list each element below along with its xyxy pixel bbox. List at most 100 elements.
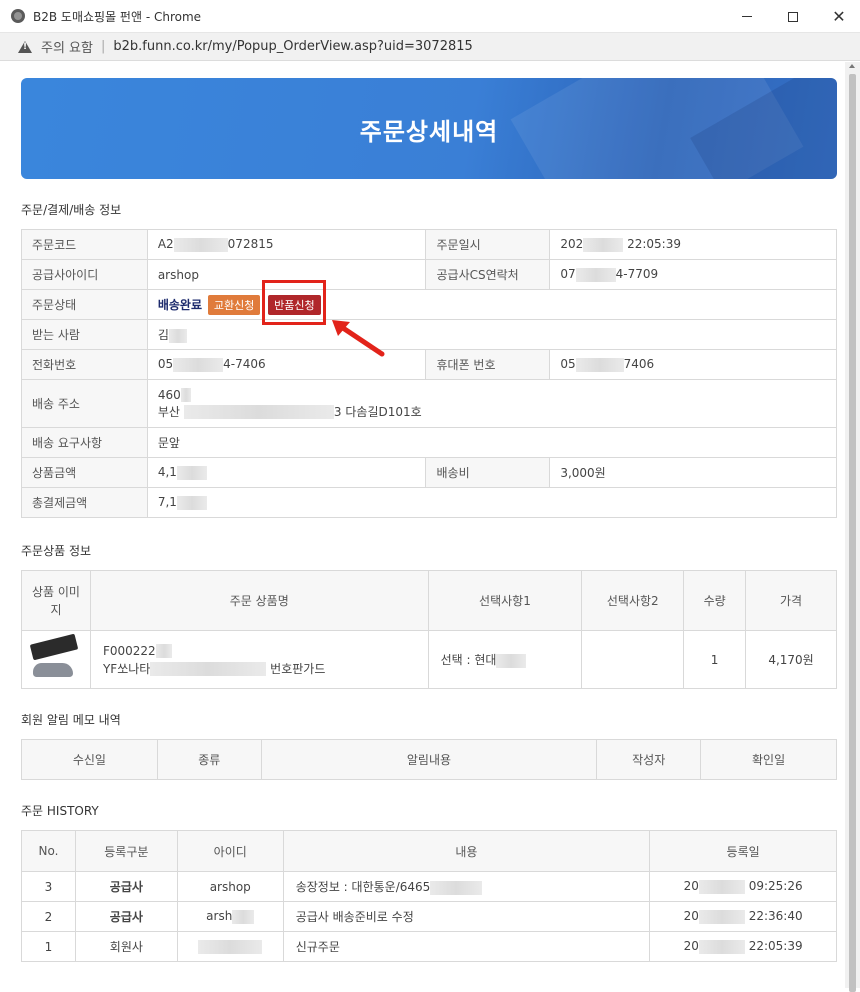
- page-banner: 주문상세내역: [21, 78, 837, 179]
- row-date: 20 22:05:39: [649, 931, 837, 962]
- header-price: 가격: [745, 570, 837, 631]
- divider: |: [100, 39, 106, 54]
- masked-text: [173, 357, 224, 372]
- row-type: 회원사: [74, 931, 178, 962]
- amount-part: 4,1: [157, 465, 177, 480]
- product-code: F000222: [103, 642, 428, 660]
- date-part: 09:25:26: [748, 879, 803, 894]
- table-row: 2 공급사 arsh 공급사 배송준비로 수정 20 22:36:40: [21, 901, 837, 932]
- product-name-part: YF쏘나타: [102, 661, 151, 676]
- scrollbar-thumb[interactable]: [849, 74, 856, 992]
- row-no: 2: [21, 901, 76, 932]
- masked-text: [583, 237, 624, 252]
- header-memo-content: 알림내용: [260, 739, 598, 780]
- scroll-up-icon[interactable]: [849, 64, 855, 68]
- maximize-button[interactable]: [770, 0, 816, 33]
- order-info-table: 주문코드 A2 072815 주문일시 202 22:05:39 공급사아이디 a…: [21, 229, 838, 518]
- request-label: 배송 요구사항: [21, 427, 148, 458]
- product-thumbnail[interactable]: [27, 633, 85, 683]
- history-table: No. 등록구분 아이디 내용 등록일 3 공급사 arshop 송장정보 : …: [21, 830, 837, 962]
- order-code-part: A2: [157, 237, 174, 252]
- table-header-row: No. 등록구분 아이디 내용 등록일: [21, 830, 837, 872]
- product-image-cell: [21, 630, 91, 689]
- globe-icon: [11, 9, 25, 23]
- mobile-part: 7406: [623, 357, 655, 372]
- header-option2: 선택사항2: [581, 570, 685, 631]
- date-part: 20: [683, 879, 699, 894]
- order-date-label: 주문일시: [425, 229, 551, 260]
- product-amount-label: 상품금액: [21, 457, 148, 488]
- history-title: 주문 HISTORY: [21, 804, 99, 818]
- masked-text: [575, 357, 624, 372]
- table-row: 1 회원사 신규주문 20 22:05:39: [21, 931, 837, 962]
- warning-icon: [18, 40, 32, 53]
- table-row: 주문코드 A2 072815 주문일시 202 22:05:39: [21, 229, 837, 260]
- address-bar[interactable]: 주의 요함 | b2b.funn.co.kr/my/Popup_OrderVie…: [0, 33, 860, 61]
- row-id: [176, 931, 284, 962]
- header-product-image: 상품 이미지: [21, 570, 91, 631]
- security-warning[interactable]: 주의 요함: [41, 37, 93, 56]
- table-row: 배송 요구사항 문앞: [21, 427, 838, 458]
- masked-text: [496, 653, 527, 668]
- url-text[interactable]: b2b.funn.co.kr/my/Popup_OrderView.asp?ui…: [113, 39, 472, 54]
- product-code-text: F000222: [102, 643, 156, 658]
- masked-text: [173, 237, 228, 252]
- memo-title: 회원 알림 메모 내역: [21, 713, 121, 727]
- supplier-cs-label: 공급사CS연락처: [425, 259, 551, 290]
- masked-text: [430, 880, 483, 895]
- masked-text: [180, 388, 191, 402]
- row-id: arshop: [176, 871, 284, 902]
- request-value: 문앞: [146, 427, 838, 458]
- header-id: 아이디: [176, 830, 284, 872]
- row-type: 공급사: [74, 871, 178, 902]
- table-header-row: 상품 이미지 주문 상품명 선택사항1 선택사항2 수량 가격: [21, 570, 837, 631]
- row-no: 3: [21, 871, 76, 902]
- close-icon: ✕: [832, 6, 846, 26]
- date-part: 20: [683, 939, 699, 954]
- postal-code: 460: [157, 387, 181, 402]
- option1-text: 선택 : 현대: [440, 653, 497, 667]
- masked-text: [168, 328, 187, 343]
- address-line: 460: [158, 387, 826, 404]
- minimize-button[interactable]: [724, 0, 770, 33]
- option1-cell: 선택 : 현대: [427, 630, 583, 689]
- receiver-label: 받는 사람: [21, 319, 148, 350]
- table-row: F000222 YF쏘나타 번호판가드 선택 : 현대 1 4,170원: [21, 630, 837, 689]
- table-row: 받는 사람 김: [21, 319, 838, 350]
- minimize-icon: [742, 16, 752, 17]
- memo-table: 수신일 종류 알림내용 작성자 확인일: [21, 739, 837, 780]
- row-date: 20 22:36:40: [649, 901, 837, 932]
- return-highlight-box: [262, 280, 326, 325]
- red-arrow-icon: [332, 320, 385, 357]
- order-date-part: 22:05:39: [627, 237, 681, 252]
- table-row: 주문상태 배송완료 교환신청 반품신청: [21, 289, 838, 320]
- order-status-value: 배송완료 교환신청 반품신청: [146, 289, 838, 320]
- table-header-row: 수신일 종류 알림내용 작성자 확인일: [21, 739, 837, 780]
- close-button[interactable]: ✕: [816, 0, 860, 33]
- product-amount-value: 4,1: [146, 457, 427, 488]
- masked-text: [232, 909, 255, 924]
- vertical-scrollbar[interactable]: [845, 62, 860, 992]
- mobile-part: 05: [560, 357, 576, 372]
- masked-text: [698, 939, 745, 954]
- masked-text: [575, 267, 616, 282]
- masked-text: [155, 644, 172, 658]
- header-confirm-date: 확인일: [700, 739, 837, 780]
- row-type: 공급사: [74, 901, 178, 932]
- masked-text: [150, 662, 267, 676]
- exchange-request-button[interactable]: 교환신청: [207, 294, 261, 315]
- table-row: 총결제금액 7,1: [21, 487, 838, 518]
- car-icon: [32, 662, 73, 677]
- masked-text: [183, 405, 334, 419]
- table-row: 상품금액 4,1 배송비 3,000원: [21, 457, 837, 488]
- row-id: arsh: [176, 901, 284, 932]
- table-row: 3 공급사 arshop 송장정보 : 대한통운/6465 20 09:25:2…: [21, 871, 837, 902]
- order-date-value: 202 22:05:39: [549, 229, 837, 260]
- order-code-value: A2 072815: [146, 229, 427, 260]
- supplier-cs-value: 07 4-7709: [549, 259, 837, 290]
- address-label: 배송 주소: [21, 379, 148, 428]
- order-status-label: 주문상태: [21, 289, 148, 320]
- amount-part: 7,1: [157, 495, 177, 510]
- date-part: 22:36:40: [748, 909, 803, 924]
- address-part: 부산: [157, 404, 180, 419]
